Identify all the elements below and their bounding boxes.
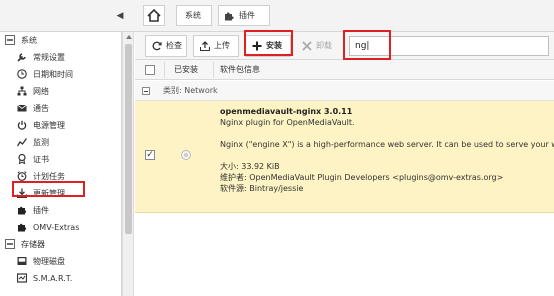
sidebar-item-datetime[interactable]: 日期和时间 [0, 66, 122, 83]
breadcrumb-system[interactable]: 系统 [176, 5, 212, 26]
home-icon [147, 8, 161, 22]
annotation-highlight-search [343, 30, 391, 60]
sidebar-item-certificates[interactable]: 证书 [0, 151, 122, 168]
uninstall-button[interactable]: 卸载 [295, 35, 339, 57]
package-summary: Nginx plugin for OpenMediaVault. [220, 118, 355, 127]
package-description: Nginx ("engine X") is a high-performance… [220, 140, 554, 149]
package-size: 大小: 33.92 KiB [220, 162, 280, 171]
sidebar-group-storage[interactable]: 存储器 [0, 236, 122, 253]
package-maintainer: 维护者: OpenMediaVault Plugin Developers <p… [220, 173, 504, 182]
sidebar-group-system[interactable]: 系统 [0, 32, 122, 49]
clock-icon [17, 69, 27, 79]
grid-header: 已安装 软件包信息 [135, 60, 554, 80]
sidebar-item-physical-disks[interactable]: 物理磁盘 [0, 253, 122, 270]
grid-empty-area [135, 213, 554, 296]
certificate-icon [18, 154, 26, 164]
annotation-highlight-plugins [12, 181, 85, 197]
sidebar-item-omv-extras[interactable]: OMV-Extras [0, 219, 122, 236]
chart-icon [17, 138, 27, 147]
column-header-package-info[interactable]: 软件包信息 [220, 60, 260, 80]
alarm-icon [17, 171, 27, 181]
scroll-up-icon[interactable] [126, 35, 132, 39]
sidebar-item-power[interactable]: 电源管理 [0, 117, 122, 134]
top-bar: ◀ 系统 插件 [0, 0, 554, 32]
package-repository: 软件源: Bintray/jessie [220, 184, 304, 193]
table-row[interactable]: ✓ openmediavault-nginx 3.0.11 Nginx plug… [135, 101, 554, 213]
sidebar-item-monitoring[interactable]: 监测 [0, 134, 122, 151]
minus-square-icon[interactable] [5, 35, 15, 45]
caret-left-icon[interactable]: ◀ [113, 9, 127, 23]
network-icon [17, 86, 27, 96]
sidebar-item-plugins[interactable]: 插件 [0, 202, 122, 219]
sidebar-scrollbar[interactable] [122, 32, 134, 296]
puzzle-icon [225, 12, 234, 21]
minus-square-icon[interactable] [5, 239, 15, 249]
envelope-icon [17, 104, 27, 112]
column-divider [164, 62, 165, 78]
upload-button[interactable]: 上传 [193, 35, 239, 57]
row-checkbox[interactable]: ✓ [145, 150, 155, 160]
sidebar-item-notification[interactable]: 通告 [0, 100, 122, 117]
sidebar-item-network[interactable]: 网络 [0, 83, 122, 100]
collapse-group-icon[interactable] [142, 87, 150, 95]
check-button[interactable]: 检查 [145, 35, 187, 57]
installed-indicator [181, 150, 191, 160]
sidebar-item-smart[interactable]: S.M.A.R.T. [0, 270, 122, 287]
refresh-icon [152, 41, 162, 51]
package-info: openmediavault-nginx 3.0.11 Nginx plugin… [220, 106, 554, 194]
column-divider [213, 62, 214, 78]
close-icon [302, 41, 312, 51]
puzzle-icon [18, 206, 27, 215]
package-title: openmediavault-nginx 3.0.11 [220, 107, 353, 116]
navigation-sidebar: 系统 常规设置 日期和时间 网络 通告 电源管理 监测 证书 计划任务 更新管理… [0, 32, 122, 296]
wrench-icon [17, 53, 26, 62]
upload-icon [200, 41, 210, 51]
category-group-row[interactable]: 类别: Network [135, 81, 554, 101]
select-all-checkbox[interactable] [145, 65, 155, 75]
scrollbar-thumb[interactable] [125, 44, 132, 234]
smart-icon [17, 273, 27, 283]
power-icon [17, 120, 27, 130]
home-breadcrumb[interactable] [143, 5, 165, 26]
column-header-installed[interactable]: 已安装 [174, 60, 198, 80]
annotation-highlight-install [244, 30, 293, 56]
sidebar-item-general[interactable]: 常规设置 [0, 49, 122, 66]
disk-icon [17, 257, 27, 265]
breadcrumb-plugins[interactable]: 插件 [218, 5, 270, 26]
puzzle-icon [18, 223, 27, 232]
